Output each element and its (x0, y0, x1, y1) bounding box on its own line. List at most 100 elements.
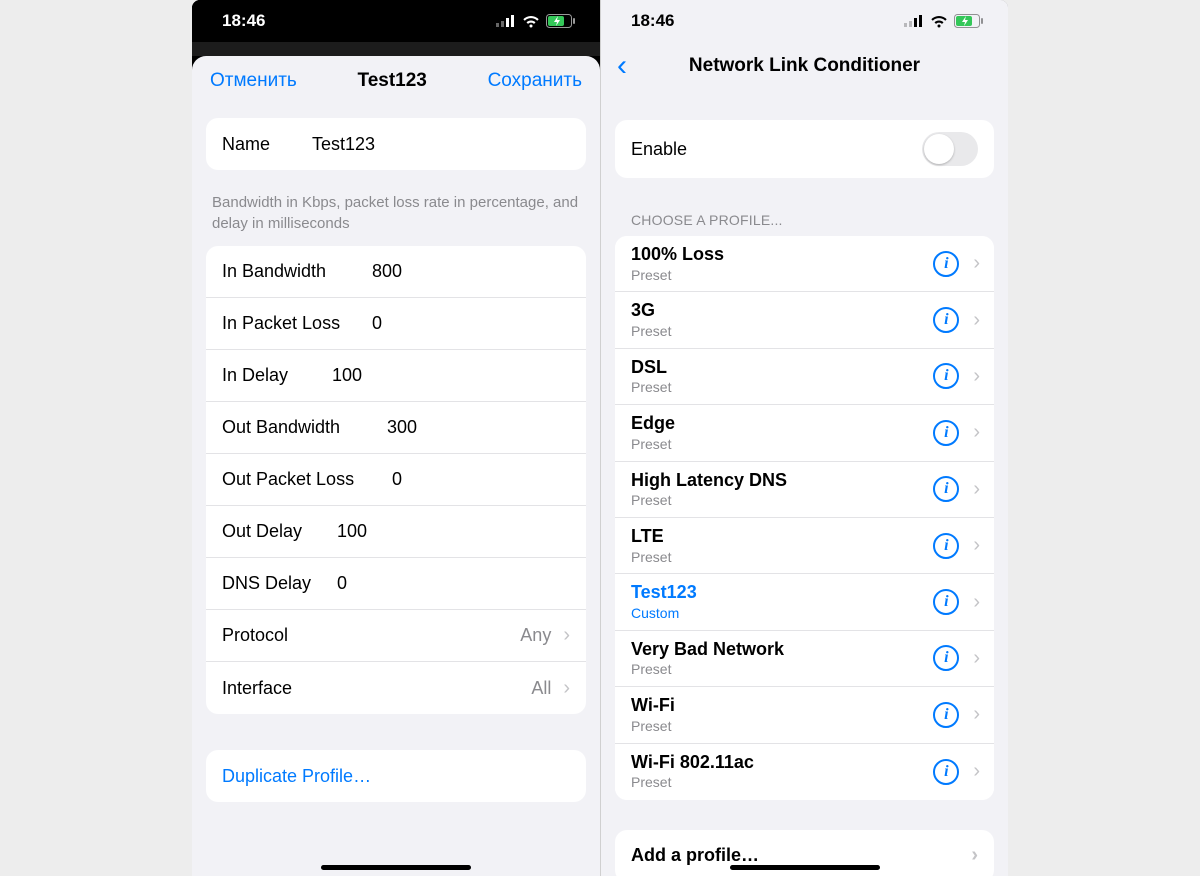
info-icon[interactable]: i (933, 476, 959, 502)
out-packet-loss-label: Out Packet Loss (222, 469, 392, 490)
profile-name: DSL (631, 357, 933, 379)
info-icon[interactable]: i (933, 645, 959, 671)
profile-subtitle: Preset (631, 661, 933, 678)
out-bandwidth-cell[interactable]: Out Bandwidth 300 (206, 402, 586, 454)
profile-row[interactable]: Wi-FiPreseti› (615, 687, 994, 743)
chevron-right-icon: › (563, 677, 570, 700)
info-icon[interactable]: i (933, 533, 959, 559)
profile-subtitle: Preset (631, 379, 933, 396)
profile-subtitle: Preset (631, 774, 933, 791)
profile-text: LTEPreset (631, 526, 933, 565)
chevron-right-icon: › (973, 365, 980, 388)
profile-row[interactable]: 3GPreseti › (615, 292, 994, 348)
name-label: Name (222, 134, 312, 155)
back-button[interactable]: ‹ (611, 51, 633, 81)
wifi-icon (930, 15, 948, 28)
in-bandwidth-label: In Bandwidth (222, 261, 372, 282)
dns-delay-value[interactable]: 0 (337, 573, 570, 594)
page-title: Network Link Conditioner (601, 55, 1008, 77)
info-icon[interactable]: i (933, 363, 959, 389)
save-button[interactable]: Сохранить (488, 70, 582, 92)
profile-row[interactable]: DSLPreseti › (615, 349, 994, 405)
edit-profile-sheet: Отменить Test123 Сохранить Name Test123 … (192, 56, 600, 876)
protocol-value: Any (372, 625, 557, 646)
profile-text: Wi-Fi 802.11acPreset (631, 752, 933, 791)
protocol-label: Protocol (222, 625, 372, 646)
sheet-navbar: Отменить Test123 Сохранить (192, 56, 600, 104)
dns-delay-cell[interactable]: DNS Delay 0 (206, 558, 586, 610)
profile-text: High Latency DNSPreset (631, 470, 933, 509)
out-bandwidth-value[interactable]: 300 (387, 417, 570, 438)
phone-right-nlc-settings: 18:46 ‹ Network Link Conditioner Enable (600, 0, 1008, 876)
chevron-right-icon: › (973, 309, 980, 332)
duplicate-profile-label: Duplicate Profile… (222, 766, 371, 787)
interface-value: All (372, 678, 557, 699)
profile-text: 100% LossPreset (631, 244, 933, 283)
protocol-cell[interactable]: Protocol Any › (206, 610, 586, 662)
chevron-right-icon: › (973, 703, 980, 726)
cellular-icon (496, 15, 516, 27)
duplicate-group: Duplicate Profile… (192, 750, 600, 802)
chevron-right-icon: › (973, 647, 980, 670)
enable-group: Enable (601, 120, 1008, 178)
profile-name: High Latency DNS (631, 470, 933, 492)
profile-subtitle: Preset (631, 718, 933, 735)
sheet-title: Test123 (358, 70, 427, 92)
status-bar: 18:46 (601, 0, 1008, 42)
interface-cell[interactable]: Interface All › (206, 662, 586, 714)
info-icon[interactable]: i (933, 420, 959, 446)
phone-left-edit-profile: 18:46 Отменить Test123 Сохранить (192, 0, 600, 876)
profile-text: Test123Custom (631, 582, 933, 621)
profile-row[interactable]: LTEPreseti › (615, 518, 994, 574)
profile-subtitle: Preset (631, 267, 933, 284)
in-packet-loss-value[interactable]: 0 (372, 313, 570, 334)
info-icon[interactable]: i (933, 251, 959, 277)
profile-row[interactable]: Very Bad NetworkPreseti› (615, 631, 994, 687)
cancel-button[interactable]: Отменить (210, 70, 297, 92)
status-bar: 18:46 (192, 0, 600, 42)
battery-charging-icon (546, 14, 576, 28)
in-bandwidth-cell[interactable]: In Bandwidth 800 (206, 246, 586, 298)
profile-subtitle: Preset (631, 323, 933, 340)
enable-label: Enable (631, 139, 687, 160)
profile-name: Test123 (631, 582, 933, 604)
settings-navbar: ‹ Network Link Conditioner (601, 42, 1008, 90)
name-group: Name Test123 (192, 118, 600, 170)
profile-row[interactable]: High Latency DNSPreseti› (615, 462, 994, 518)
name-cell[interactable]: Name Test123 (206, 118, 586, 170)
name-value[interactable]: Test123 (312, 134, 570, 155)
chevron-right-icon: › (971, 844, 978, 867)
enable-switch[interactable] (922, 132, 978, 166)
out-delay-label: Out Delay (222, 521, 337, 542)
profile-name: Wi-Fi 802.11ac (631, 752, 933, 774)
home-indicator[interactable] (730, 865, 880, 870)
in-delay-value[interactable]: 100 (332, 365, 570, 386)
out-packet-loss-cell[interactable]: Out Packet Loss 0 (206, 454, 586, 506)
info-icon[interactable]: i (933, 759, 959, 785)
in-delay-cell[interactable]: In Delay 100 (206, 350, 586, 402)
profile-name: 3G (631, 300, 933, 322)
info-icon[interactable]: i (933, 702, 959, 728)
out-delay-value[interactable]: 100 (337, 521, 570, 542)
out-packet-loss-value[interactable]: 0 (392, 469, 570, 490)
profiles-section-header: CHOOSE A PROFILE... (601, 204, 1008, 236)
in-bandwidth-value[interactable]: 800 (372, 261, 570, 282)
profile-subtitle: Preset (631, 492, 933, 509)
status-icons (904, 14, 984, 28)
profile-text: EdgePreset (631, 413, 933, 452)
profile-row[interactable]: Test123Customi› (615, 574, 994, 630)
profile-row[interactable]: EdgePreseti› (615, 405, 994, 461)
profile-row[interactable]: 100% LossPreseti› (615, 236, 994, 292)
profile-row[interactable]: Wi-Fi 802.11acPreseti› (615, 744, 994, 800)
duplicate-profile-button[interactable]: Duplicate Profile… (206, 750, 586, 802)
enable-row: Enable (615, 120, 994, 178)
out-delay-cell[interactable]: Out Delay 100 (206, 506, 586, 558)
chevron-right-icon: › (973, 534, 980, 557)
in-packet-loss-cell[interactable]: In Packet Loss 0 (206, 298, 586, 350)
info-icon[interactable]: i (933, 589, 959, 615)
home-indicator[interactable] (321, 865, 471, 870)
profile-text: 3GPreset (631, 300, 933, 339)
status-time: 18:46 (222, 11, 265, 31)
profile-name: Edge (631, 413, 933, 435)
info-icon[interactable]: i (933, 307, 959, 333)
